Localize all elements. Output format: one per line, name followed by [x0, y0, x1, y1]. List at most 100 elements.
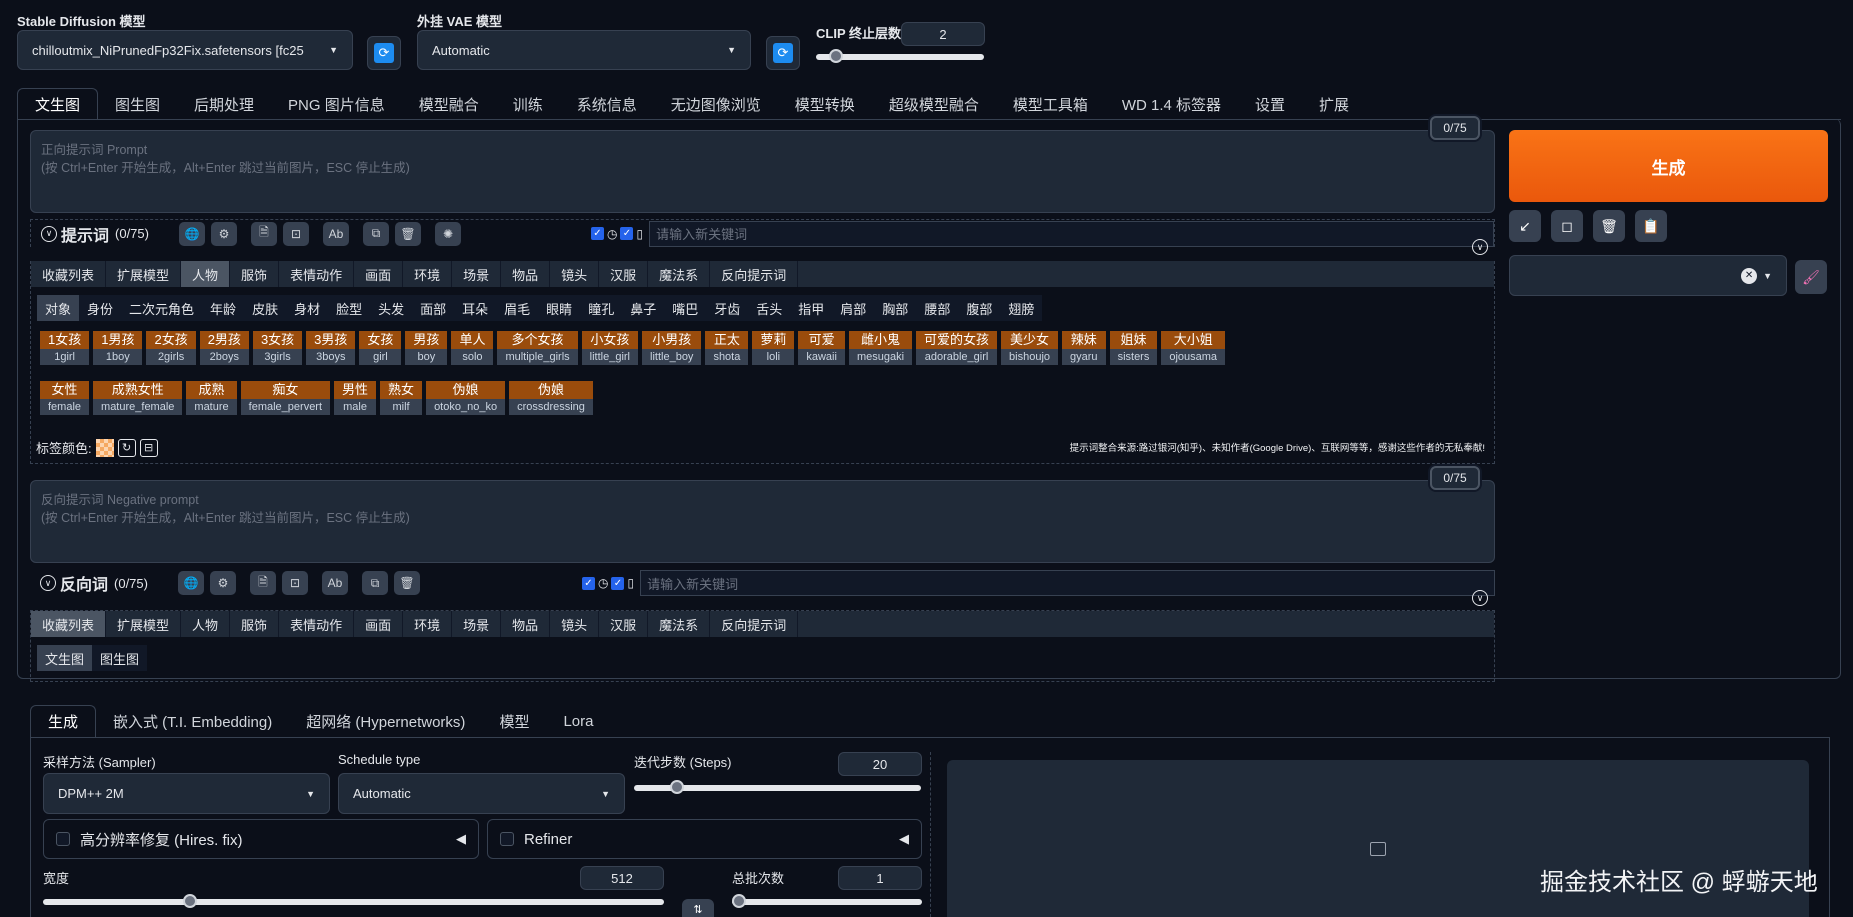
tag-chip[interactable]: 正太 shota — [705, 331, 749, 365]
negative-prompt-textarea[interactable]: 反向提示词 Negative prompt (按 Ctrl+Enter 开始生成… — [30, 480, 1495, 563]
negative-tag-category-tab[interactable]: 物品 — [501, 611, 551, 637]
copy-icon[interactable]: ⧉ — [362, 221, 389, 246]
tag-category-tab[interactable]: 人物 — [181, 261, 231, 287]
brush-icon[interactable]: 🖌 — [1795, 260, 1827, 294]
negative-tag-category-tab[interactable]: 镜头 — [550, 611, 600, 637]
tag-subcategory-tab[interactable]: 二次元角色 — [121, 295, 203, 321]
width-slider-thumb[interactable] — [182, 894, 197, 908]
tag-chip[interactable]: 伪娘 crossdressing — [509, 381, 593, 415]
main-tab[interactable]: 模型融合 — [402, 88, 496, 120]
globe-icon[interactable]: 🌐 — [177, 571, 204, 595]
hires-fix-checkbox[interactable] — [56, 832, 70, 846]
collapse-icon[interactable]: ∨ — [40, 575, 56, 591]
save-icon[interactable]: ⊟ — [139, 438, 158, 457]
negative-tag-category-tab[interactable]: 画面 — [354, 611, 404, 637]
bottom-tab[interactable]: 超网络 (Hypernetworks) — [289, 705, 482, 737]
tag-subcategory-tab[interactable]: 鼻子 — [622, 295, 665, 321]
square-icon[interactable]: ◻ — [1551, 210, 1583, 242]
tag-subcategory-tab[interactable]: 面部 — [412, 295, 455, 321]
tag-subcategory-tab[interactable]: 耳朵 — [454, 295, 497, 321]
tag-chip[interactable]: 1男孩 1boy — [93, 331, 143, 365]
tag-chip[interactable]: 美少女 bishoujo — [1001, 331, 1059, 365]
color-swatch[interactable] — [95, 438, 114, 457]
globe-icon[interactable]: 🌐 — [178, 221, 205, 246]
tag-subcategory-tab[interactable]: 牙齿 — [706, 295, 749, 321]
tag-chip[interactable]: 小男孩 little_boy — [642, 331, 702, 365]
history-icon[interactable]: 🗎 — [250, 221, 277, 246]
tag-chip[interactable]: 女孩 girl — [359, 331, 402, 365]
trash-icon[interactable]: 🗑 — [1593, 210, 1625, 242]
tag-category-tab[interactable]: 环境 — [403, 261, 453, 287]
tag-subcategory-tab[interactable]: 眉毛 — [496, 295, 539, 321]
tag-chip[interactable]: 伪娘 otoko_no_ko — [426, 381, 506, 415]
tag-chip[interactable]: 1女孩 1girl — [40, 331, 90, 365]
tag-subcategory-tab[interactable]: 眼睛 — [538, 295, 581, 321]
main-tab[interactable]: 无边图像浏览 — [654, 88, 778, 120]
negative-tag-category-tab[interactable]: 汉服 — [599, 611, 649, 637]
tag-category-tab[interactable]: 魔法系 — [648, 261, 711, 287]
batch-count-slider[interactable] — [732, 894, 922, 908]
tag-chip[interactable]: 3女孩 3girls — [252, 331, 303, 365]
tag-chip[interactable]: 男性 male — [334, 381, 377, 415]
tag-chip[interactable]: 痴女 female_pervert — [240, 381, 331, 415]
tag-chip[interactable]: 单人 solo — [451, 331, 494, 365]
steps-input[interactable]: 20 — [838, 752, 922, 776]
tag-chip[interactable]: 女性 female — [40, 381, 90, 415]
tag-chip[interactable]: 可爱 kawaii — [798, 331, 845, 365]
schedule-dropdown[interactable]: Automatic ▼ — [338, 773, 625, 814]
tag-chip[interactable]: 多个女孩 multiple_girls — [497, 331, 578, 365]
bottom-tab[interactable]: 嵌入式 (T.I. Embedding) — [96, 705, 289, 737]
negative-subtab[interactable]: 图生图 — [92, 645, 148, 671]
clip-value-input[interactable]: 2 — [901, 22, 985, 46]
vae-refresh-button[interactable]: ⟳ — [766, 36, 800, 70]
tag-subcategory-tab[interactable]: 指甲 — [790, 295, 833, 321]
tag-chip[interactable]: 小女孩 little_girl — [581, 331, 639, 365]
tag-subcategory-tab[interactable]: 头发 — [370, 295, 413, 321]
trash-icon[interactable]: 🗑 — [394, 221, 421, 246]
style-dropdown[interactable]: ✕ ▼ — [1509, 255, 1787, 296]
tag-subcategory-tab[interactable]: 胸部 — [874, 295, 917, 321]
prompt-textarea[interactable]: 正向提示词 Prompt (按 Ctrl+Enter 开始生成，Alt+Ente… — [30, 130, 1495, 213]
main-tab[interactable]: WD 1.4 标签器 — [1105, 88, 1238, 120]
tag-chip[interactable]: 3男孩 3boys — [306, 331, 356, 365]
negative-tag-category-tab[interactable]: 表情动作 — [279, 611, 355, 637]
refiner-accordion[interactable]: Refiner ◀ — [487, 819, 922, 859]
toggle-checkbox[interactable]: ✓ — [590, 227, 604, 240]
translate-icon[interactable]: Ab — [322, 221, 349, 246]
width-input[interactable]: 512 — [580, 866, 664, 890]
main-tab[interactable]: 训练 — [496, 88, 560, 120]
main-tab[interactable]: 文生图 — [17, 88, 99, 120]
tag-chip[interactable]: 雌小鬼 mesugaki — [848, 331, 913, 365]
negative-tag-category-tab[interactable]: 人物 — [181, 611, 231, 637]
vae-dropdown[interactable]: Automatic ▼ — [417, 30, 751, 70]
tag-chip[interactable]: 萝莉 loli — [752, 331, 795, 365]
tag-chip[interactable]: 可爱的女孩 adorable_girl — [916, 331, 998, 365]
tag-category-tab[interactable]: 画面 — [354, 261, 404, 287]
main-tab[interactable]: 图生图 — [98, 88, 177, 120]
batch-count-slider-thumb[interactable] — [732, 894, 746, 908]
toggle-checkbox[interactable]: ✓ — [581, 576, 595, 590]
negative-tag-category-tab[interactable]: 扩展模型 — [106, 611, 182, 637]
arrow-icon[interactable]: ↙ — [1509, 210, 1541, 242]
tag-subcategory-tab[interactable]: 瞳孔 — [580, 295, 623, 321]
tag-category-tab[interactable]: 镜头 — [550, 261, 600, 287]
tag-category-tab[interactable]: 反向提示词 — [710, 261, 799, 287]
chatgpt-icon[interactable]: ✺ — [434, 221, 461, 246]
bottom-tab[interactable]: 模型 — [482, 705, 546, 737]
bottom-tab[interactable]: Lora — [546, 705, 610, 737]
tag-subcategory-tab[interactable]: 肩部 — [832, 295, 875, 321]
tag-category-tab[interactable]: 扩展模型 — [106, 261, 182, 287]
tag-subcategory-tab[interactable]: 对象 — [37, 295, 80, 321]
tag-chip[interactable]: 2男孩 2boys — [199, 331, 249, 365]
main-tab[interactable]: 模型转换 — [778, 88, 872, 120]
main-tab[interactable]: 设置 — [1238, 88, 1302, 120]
bottom-tab[interactable]: 生成 — [30, 705, 97, 737]
tag-category-tab[interactable]: 收藏列表 — [31, 261, 107, 287]
tag-chip[interactable]: 大小姐 ojousama — [1161, 331, 1226, 365]
negative-tag-category-tab[interactable]: 环境 — [403, 611, 453, 637]
hires-fix-accordion[interactable]: 高分辨率修复 (Hires. fix) ◀ — [43, 819, 479, 859]
tag-category-tab[interactable]: 表情动作 — [279, 261, 355, 287]
expand-icon[interactable]: ∨ — [1472, 239, 1488, 255]
main-tab[interactable]: 系统信息 — [560, 88, 654, 120]
hires-fix-toggle[interactable]: 高分辨率修复 (Hires. fix) — [56, 829, 243, 850]
